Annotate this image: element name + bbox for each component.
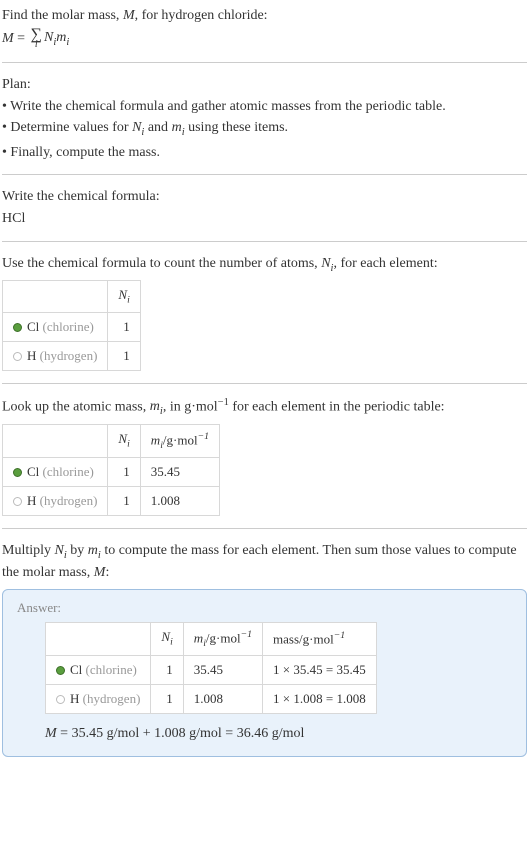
calc-cell: 1 × 1.008 = 1.008: [263, 684, 377, 713]
divider: [2, 62, 527, 63]
col-N: Ni: [108, 424, 140, 457]
intro-suffix: , for hydrogen chloride:: [135, 8, 268, 23]
intro-prefix: Find the molar mass,: [2, 8, 123, 23]
answer-table: Ni mi/g·mol−1 mass/g·mol−1 Cl (chlorine)…: [45, 622, 377, 714]
count-heading: Use the chemical formula to count the nu…: [2, 254, 527, 276]
n-cell: 1: [151, 684, 183, 713]
element-cell: H (hydrogen): [3, 486, 108, 515]
element-cell: H (hydrogen): [46, 684, 151, 713]
molar-mass-equation: M = ∑ i Nimi: [2, 28, 527, 50]
table-row: H (hydrogen) 1: [3, 341, 141, 370]
eq-m: m: [56, 30, 66, 45]
m-cell: 35.45: [183, 655, 262, 684]
col-mass: mass/g·mol−1: [263, 622, 377, 655]
empty-header: [3, 424, 108, 457]
table-header-row: Ni: [3, 281, 141, 313]
calc-cell: 1 × 35.45 = 35.45: [263, 655, 377, 684]
table-row: H (hydrogen) 1 1.008 1 × 1.008 = 1.008: [46, 684, 377, 713]
m-cell: 35.45: [140, 457, 219, 486]
table-header-row: Ni mi/g·mol−1: [3, 424, 220, 457]
divider: [2, 528, 527, 529]
intro-line: Find the molar mass, M, for hydrogen chl…: [2, 6, 527, 26]
sum-symbol: ∑ i: [31, 28, 42, 50]
plan-heading: Plan:: [2, 75, 527, 95]
n-cell: 1: [108, 341, 140, 370]
divider: [2, 383, 527, 384]
col-m: mi/g·mol−1: [183, 622, 262, 655]
formula-value: HCl: [2, 209, 527, 229]
element-cell: Cl (chlorine): [3, 457, 108, 486]
n-cell: 1: [151, 655, 183, 684]
element-cell: Cl (chlorine): [3, 312, 108, 341]
plan-bullet-2: • Determine values for Ni and mi using t…: [2, 118, 527, 140]
element-dot-icon: [13, 323, 22, 332]
count-section: Use the chemical formula to count the nu…: [2, 254, 527, 371]
mass-table: Ni mi/g·mol−1 Cl (chlorine) 1 35.45 H (h…: [2, 424, 220, 516]
formula-section: Write the chemical formula: HCl: [2, 187, 527, 228]
col-N: Ni: [151, 622, 183, 655]
element-dot-icon: [13, 497, 22, 506]
mass-section: Look up the atomic mass, mi, in g·mol−1 …: [2, 396, 527, 516]
n-cell: 1: [108, 486, 140, 515]
eq-M: M: [2, 29, 14, 49]
sum-under: i: [35, 41, 38, 50]
mass-heading: Look up the atomic mass, mi, in g·mol−1 …: [2, 396, 527, 420]
plan-bullet-1: • Write the chemical formula and gather …: [2, 97, 527, 117]
intro-var-M: M: [123, 8, 135, 23]
eq-m-sub: i: [66, 36, 69, 47]
result-M: M: [45, 726, 57, 741]
table-row: Cl (chlorine) 1: [3, 312, 141, 341]
col-N: Ni: [108, 281, 140, 313]
divider: [2, 241, 527, 242]
count-table: Ni Cl (chlorine) 1 H (hydrogen) 1: [2, 280, 141, 371]
element-dot-icon: [56, 666, 65, 675]
empty-header: [46, 622, 151, 655]
eq-N: N: [44, 30, 53, 45]
element-dot-icon: [13, 352, 22, 361]
col-m: mi/g·mol−1: [140, 424, 219, 457]
result-line: M = 35.45 g/mol + 1.008 g/mol = 36.46 g/…: [45, 726, 512, 742]
compute-heading: Multiply Ni by mi to compute the mass fo…: [2, 541, 527, 583]
plan-section: Plan: • Write the chemical formula and g…: [2, 75, 527, 162]
formula-heading: Write the chemical formula:: [2, 187, 527, 207]
intro-section: Find the molar mass, M, for hydrogen chl…: [2, 6, 527, 50]
answer-content: Ni mi/g·mol−1 mass/g·mol−1 Cl (chlorine)…: [17, 622, 512, 742]
result-eq: = 35.45 g/mol + 1.008 g/mol = 36.46 g/mo…: [57, 726, 305, 741]
table-row: H (hydrogen) 1 1.008: [3, 486, 220, 515]
answer-label: Answer:: [17, 600, 512, 616]
element-cell: H (hydrogen): [3, 341, 108, 370]
plan-bullet-3: • Finally, compute the mass.: [2, 143, 527, 163]
table-row: Cl (chlorine) 1 35.45 1 × 35.45 = 35.45: [46, 655, 377, 684]
table-header-row: Ni mi/g·mol−1 mass/g·mol−1: [46, 622, 377, 655]
n-cell: 1: [108, 312, 140, 341]
answer-box: Answer: Ni mi/g·mol−1 mass/g·mol−1 Cl (c…: [2, 589, 527, 757]
divider: [2, 174, 527, 175]
m-cell: 1.008: [140, 486, 219, 515]
n-cell: 1: [108, 457, 140, 486]
compute-section: Multiply Ni by mi to compute the mass fo…: [2, 541, 527, 757]
table-row: Cl (chlorine) 1 35.45: [3, 457, 220, 486]
m-cell: 1.008: [183, 684, 262, 713]
element-dot-icon: [56, 695, 65, 704]
element-cell: Cl (chlorine): [46, 655, 151, 684]
element-dot-icon: [13, 468, 22, 477]
empty-header: [3, 281, 108, 313]
